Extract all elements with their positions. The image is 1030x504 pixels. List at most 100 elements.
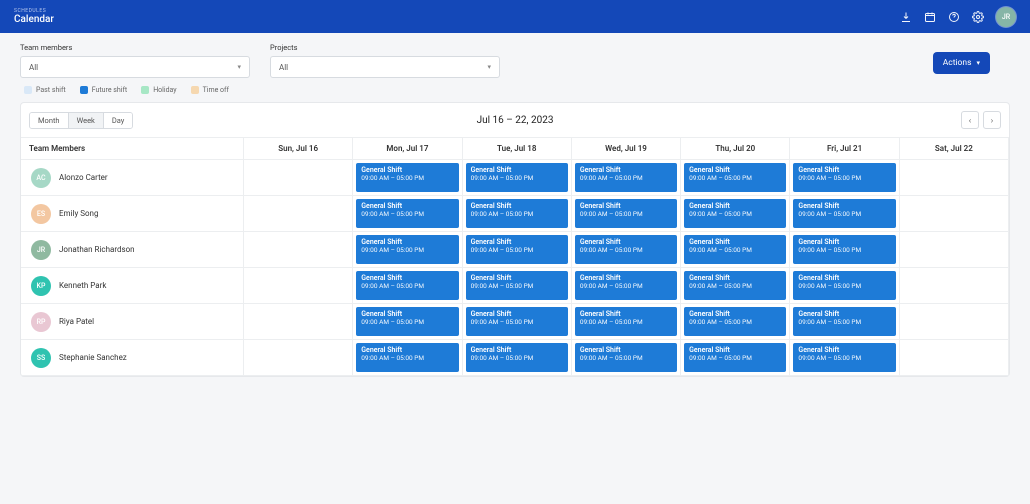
day-cell[interactable]: General Shift09:00 AM – 05:00 PM (463, 232, 572, 268)
day-cell[interactable]: General Shift09:00 AM – 05:00 PM (790, 196, 899, 232)
prev-button[interactable]: ‹ (961, 111, 979, 129)
shift-block[interactable]: General Shift09:00 AM – 05:00 PM (575, 235, 677, 264)
calendar-icon[interactable] (924, 11, 936, 23)
view-day-button[interactable]: Day (104, 113, 133, 128)
shift-block[interactable]: General Shift09:00 AM – 05:00 PM (356, 307, 458, 336)
day-cell[interactable]: General Shift09:00 AM – 05:00 PM (572, 304, 681, 340)
day-cell[interactable]: General Shift09:00 AM – 05:00 PM (681, 268, 790, 304)
day-cell[interactable]: General Shift09:00 AM – 05:00 PM (572, 160, 681, 196)
day-cell[interactable]: General Shift09:00 AM – 05:00 PM (681, 232, 790, 268)
day-cell[interactable] (244, 340, 353, 376)
shift-block[interactable]: General Shift09:00 AM – 05:00 PM (684, 307, 786, 336)
projects-select[interactable]: All ▾ (270, 56, 500, 78)
day-cell[interactable]: General Shift09:00 AM – 05:00 PM (572, 196, 681, 232)
day-cell[interactable]: General Shift09:00 AM – 05:00 PM (353, 340, 462, 376)
day-cell[interactable]: General Shift09:00 AM – 05:00 PM (681, 340, 790, 376)
day-cell[interactable] (900, 304, 1009, 340)
day-cell[interactable]: General Shift09:00 AM – 05:00 PM (790, 304, 899, 340)
member-name: Emily Song (59, 209, 98, 218)
shift-time: 09:00 AM – 05:00 PM (689, 174, 781, 182)
day-cell[interactable]: General Shift09:00 AM – 05:00 PM (353, 304, 462, 340)
member-cell[interactable]: JRJonathan Richardson (21, 232, 244, 268)
shift-block[interactable]: General Shift09:00 AM – 05:00 PM (575, 343, 677, 372)
shift-block[interactable]: General Shift09:00 AM – 05:00 PM (466, 163, 568, 192)
day-cell[interactable]: General Shift09:00 AM – 05:00 PM (463, 160, 572, 196)
settings-icon[interactable] (972, 11, 984, 23)
shift-block[interactable]: General Shift09:00 AM – 05:00 PM (575, 199, 677, 228)
day-cell[interactable] (244, 160, 353, 196)
actions-button[interactable]: Actions ▾ (933, 52, 990, 74)
member-cell[interactable]: ESEmily Song (21, 196, 244, 232)
shift-block[interactable]: General Shift09:00 AM – 05:00 PM (793, 199, 895, 228)
member-cell[interactable]: RPRiya Patel (21, 304, 244, 340)
day-cell[interactable] (244, 268, 353, 304)
shift-block[interactable]: General Shift09:00 AM – 05:00 PM (684, 235, 786, 264)
shift-block[interactable]: General Shift09:00 AM – 05:00 PM (466, 307, 568, 336)
day-cell[interactable]: General Shift09:00 AM – 05:00 PM (353, 160, 462, 196)
download-icon[interactable] (900, 11, 912, 23)
shift-time: 09:00 AM – 05:00 PM (580, 174, 672, 182)
member-cell[interactable]: KPKenneth Park (21, 268, 244, 304)
day-cell[interactable]: General Shift09:00 AM – 05:00 PM (463, 268, 572, 304)
day-cell[interactable]: General Shift09:00 AM – 05:00 PM (572, 232, 681, 268)
day-cell[interactable]: General Shift09:00 AM – 05:00 PM (463, 196, 572, 232)
shift-title: General Shift (798, 310, 890, 318)
shift-block[interactable]: General Shift09:00 AM – 05:00 PM (466, 199, 568, 228)
shift-block[interactable]: General Shift09:00 AM – 05:00 PM (575, 163, 677, 192)
shift-block[interactable]: General Shift09:00 AM – 05:00 PM (793, 235, 895, 264)
shift-block[interactable]: General Shift09:00 AM – 05:00 PM (684, 271, 786, 300)
day-cell[interactable] (900, 160, 1009, 196)
day-cell[interactable]: General Shift09:00 AM – 05:00 PM (572, 340, 681, 376)
shift-title: General Shift (689, 238, 781, 246)
team-members-select[interactable]: All ▾ (20, 56, 250, 78)
shift-time: 09:00 AM – 05:00 PM (471, 318, 563, 326)
help-icon[interactable] (948, 11, 960, 23)
member-name: Stephanie Sanchez (59, 353, 127, 362)
day-cell[interactable]: General Shift09:00 AM – 05:00 PM (790, 160, 899, 196)
day-cell[interactable]: General Shift09:00 AM – 05:00 PM (353, 232, 462, 268)
day-cell[interactable]: General Shift09:00 AM – 05:00 PM (463, 340, 572, 376)
shift-block[interactable]: General Shift09:00 AM – 05:00 PM (356, 271, 458, 300)
shift-block[interactable]: General Shift09:00 AM – 05:00 PM (356, 163, 458, 192)
shift-block[interactable]: General Shift09:00 AM – 05:00 PM (793, 163, 895, 192)
day-cell[interactable] (244, 304, 353, 340)
day-cell[interactable]: General Shift09:00 AM – 05:00 PM (463, 304, 572, 340)
shift-block[interactable]: General Shift09:00 AM – 05:00 PM (356, 235, 458, 264)
day-cell[interactable]: General Shift09:00 AM – 05:00 PM (353, 268, 462, 304)
shift-block[interactable]: General Shift09:00 AM – 05:00 PM (466, 271, 568, 300)
day-cell[interactable] (244, 196, 353, 232)
day-cell[interactable]: General Shift09:00 AM – 05:00 PM (790, 232, 899, 268)
shift-block[interactable]: General Shift09:00 AM – 05:00 PM (466, 343, 568, 372)
next-button[interactable]: › (983, 111, 1001, 129)
member-cell[interactable]: ACAlonzo Carter (21, 160, 244, 196)
day-cell[interactable]: General Shift09:00 AM – 05:00 PM (790, 340, 899, 376)
day-cell[interactable] (900, 340, 1009, 376)
shift-block[interactable]: General Shift09:00 AM – 05:00 PM (793, 271, 895, 300)
shift-block[interactable]: General Shift09:00 AM – 05:00 PM (793, 307, 895, 336)
view-week-button[interactable]: Week (69, 113, 104, 128)
day-cell[interactable]: General Shift09:00 AM – 05:00 PM (681, 160, 790, 196)
shift-block[interactable]: General Shift09:00 AM – 05:00 PM (575, 307, 677, 336)
day-cell[interactable] (900, 196, 1009, 232)
day-cell[interactable] (900, 232, 1009, 268)
shift-block[interactable]: General Shift09:00 AM – 05:00 PM (684, 163, 786, 192)
day-cell[interactable]: General Shift09:00 AM – 05:00 PM (790, 268, 899, 304)
day-cell[interactable]: General Shift09:00 AM – 05:00 PM (353, 196, 462, 232)
member-avatar: JR (31, 240, 51, 260)
day-cell[interactable]: General Shift09:00 AM – 05:00 PM (572, 268, 681, 304)
day-cell[interactable]: General Shift09:00 AM – 05:00 PM (681, 196, 790, 232)
legend-item: Holiday (141, 86, 176, 94)
day-cell[interactable] (900, 268, 1009, 304)
shift-block[interactable]: General Shift09:00 AM – 05:00 PM (356, 199, 458, 228)
shift-block[interactable]: General Shift09:00 AM – 05:00 PM (793, 343, 895, 372)
shift-block[interactable]: General Shift09:00 AM – 05:00 PM (575, 271, 677, 300)
user-avatar[interactable]: JR (996, 7, 1016, 27)
shift-block[interactable]: General Shift09:00 AM – 05:00 PM (684, 199, 786, 228)
shift-block[interactable]: General Shift09:00 AM – 05:00 PM (356, 343, 458, 372)
member-cell[interactable]: SSStephanie Sanchez (21, 340, 244, 376)
shift-block[interactable]: General Shift09:00 AM – 05:00 PM (684, 343, 786, 372)
day-cell[interactable] (244, 232, 353, 268)
shift-block[interactable]: General Shift09:00 AM – 05:00 PM (466, 235, 568, 264)
day-cell[interactable]: General Shift09:00 AM – 05:00 PM (681, 304, 790, 340)
view-month-button[interactable]: Month (30, 113, 69, 128)
